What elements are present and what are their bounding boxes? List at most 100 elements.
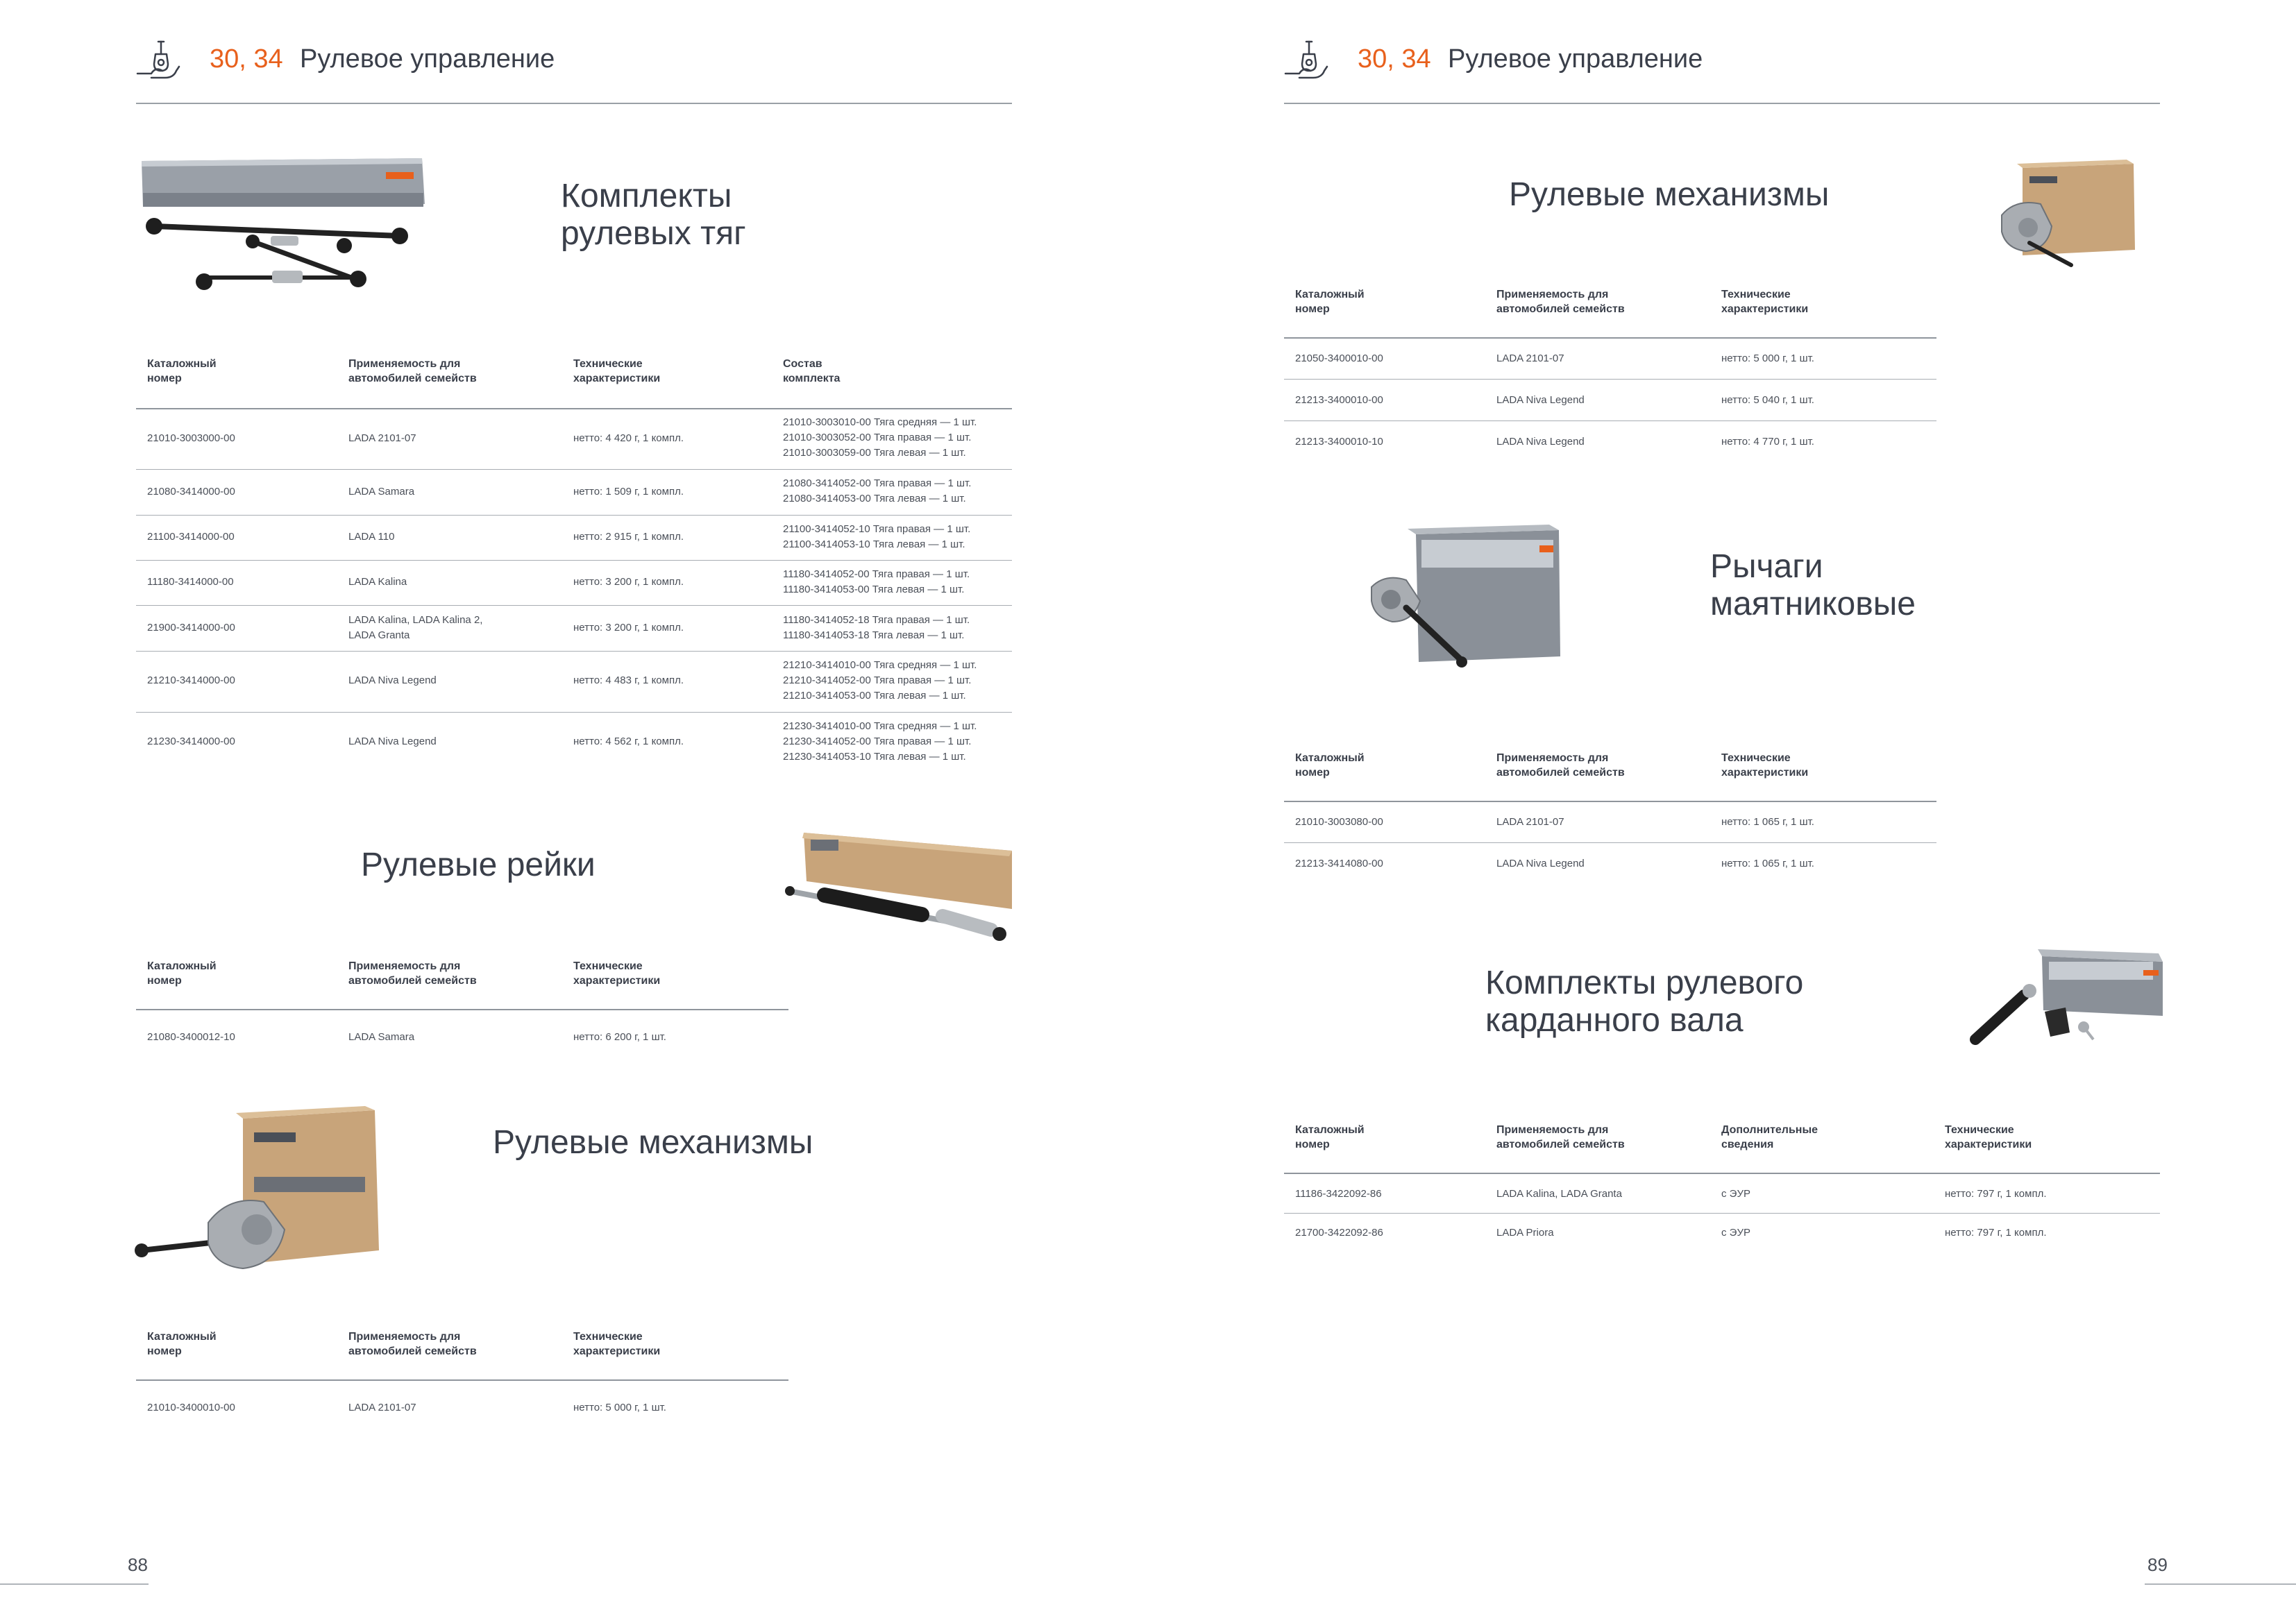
column-header-catalog: Каталожный номер: [1295, 752, 1365, 779]
cardan-shaft-kit-product-image: [1970, 949, 2163, 1045]
table-cell-model: LADA 2101-07: [348, 432, 416, 444]
column-header-spec: Технические характеристики: [573, 1331, 661, 1357]
table-cell-model: LADA Niva Legend: [1496, 858, 1585, 869]
table-row-divider: [1284, 842, 1936, 843]
table-cell-model: LADA Kalina, LADA Granta: [1496, 1188, 1622, 1200]
table-cell-catalog: 21230-3414000-00: [147, 736, 235, 747]
table-row-divider: [136, 651, 1012, 652]
table-row-divider: [136, 515, 1012, 516]
steering-racks-table: Каталожный номер Применяемость для автомоб…: [136, 959, 788, 1049]
column-header-catalog: Каталожный номер: [147, 960, 217, 987]
column-header-spec: Технические характеристики: [573, 960, 661, 987]
table-row-divider: [136, 469, 1012, 470]
section-title-pendulum-arms: Рычаги маятниковые: [1710, 548, 1916, 622]
table-cell-spec: нетто: 797 г, 1 компл.: [1945, 1227, 2047, 1239]
table-header-divider: [1284, 1173, 2160, 1174]
section-title-steering-racks: Рулевые рейки: [361, 847, 596, 883]
table-cell-catalog: 21010-3003080-00: [1295, 816, 1383, 828]
section-title-steering-gears: Рулевые механизмы: [493, 1124, 813, 1161]
table-cell-spec: нетто: 1 065 г, 1 шт.: [1721, 858, 1814, 869]
table-cell-spec: нетто: 1 065 г, 1 шт.: [1721, 816, 1814, 828]
table-cell-model: LADA 2101-07: [348, 1402, 416, 1413]
table-cell-model: LADA Kalina: [348, 576, 407, 588]
column-header-model: Применяемость для автомобилей семейств: [1496, 1124, 1625, 1150]
table-cell-catalog: 21050-3400010-00: [1295, 352, 1383, 364]
table-cell-spec: нетто: 4 420 г, 1 компл.: [573, 432, 684, 444]
table-cell-composition: 11180-3414052-00 Тяга правая — 1 шт. 1118…: [783, 568, 970, 595]
steering-gear-product-image: [2001, 160, 2135, 267]
table-header-divider: [136, 1009, 788, 1010]
column-header-model: Применяемость для автомобилей семейств: [348, 358, 477, 384]
table-cell-catalog: 21213-3400010-00: [1295, 394, 1383, 406]
page-number: 89: [2147, 1554, 2168, 1575]
header-title: Рулевое управление: [300, 44, 555, 74]
table-header-divider: [136, 1379, 788, 1381]
header-divider: [136, 103, 1012, 104]
table-row-divider: [136, 712, 1012, 713]
section-title-cardan-shaft-kits: Комплекты рулевого карданного вала: [1485, 965, 1804, 1039]
table-cell-catalog: 21700-3422092-86: [1295, 1227, 1383, 1239]
table-cell-catalog: 11180-3414000-00: [147, 576, 234, 588]
table-cell-spec: нетто: 5 000 г, 1 шт.: [1721, 352, 1814, 364]
steering-tie-rod-icon: [136, 40, 180, 79]
table-row-divider: [1284, 1213, 2160, 1214]
table-cell-model: LADA Niva Legend: [1496, 394, 1585, 406]
table-cell-spec: нетто: 4 562 г, 1 компл.: [573, 736, 684, 747]
table-cell-catalog: 21010-3003000-00: [147, 432, 235, 444]
column-header-spec: Технические характеристики: [1945, 1124, 2032, 1150]
table-cell-catalog: 21210-3414000-00: [147, 674, 235, 686]
table-cell-spec: нетто: 4 770 г, 1 шт.: [1721, 436, 1814, 448]
table-cell-model: LADA Priora: [1496, 1227, 1554, 1239]
table-row-divider: [136, 605, 1012, 606]
table-cell-catalog: 11186-3422092-86: [1295, 1188, 1382, 1200]
page-number: 88: [128, 1554, 148, 1575]
pendulum-arm-product-image: [1371, 525, 1560, 668]
table-cell-spec: нетто: 5 000 г, 1 шт.: [573, 1402, 666, 1413]
table-cell-catalog: 21010-3400010-00: [147, 1402, 235, 1413]
header-title: Рулевое управление: [1448, 44, 1703, 74]
column-header-spec: Технические характеристики: [1721, 752, 1809, 779]
table-row-divider: [1284, 379, 1936, 380]
table-cell-spec: нетто: 3 200 г, 1 компл.: [573, 622, 684, 634]
steering-rack-product-image: [785, 833, 1012, 941]
table-cell-composition: 21230-3414010-00 Тяга средняя — 1 шт. 212…: [783, 720, 977, 763]
table-cell-composition: 21010-3003010-00 Тяга средняя — 1 шт. 210…: [783, 416, 977, 459]
table-cell-catalog: 21100-3414000-00: [147, 531, 235, 543]
table-cell-model: LADA Niva Legend: [348, 736, 437, 747]
column-header-model: Применяемость для автомобилей семейств: [1496, 289, 1625, 315]
table-cell-spec: нетто: 6 200 г, 1 шт.: [573, 1031, 666, 1043]
table-cell-spec: нетто: 2 915 г, 1 компл.: [573, 531, 684, 543]
cardan-shaft-kits-table: Каталожный номер Применяемость для автомоб…: [1284, 1123, 2160, 1248]
table-cell-model: LADA Samara: [348, 486, 415, 498]
column-header-catalog: Каталожный номер: [1295, 289, 1365, 315]
table-cell-model: LADA 110: [348, 531, 395, 543]
table-header-divider: [136, 408, 1012, 409]
column-header-model: Применяемость для автомобилей семейств: [348, 1331, 477, 1357]
table-cell-composition: 21210-3414010-00 Тяга средняя — 1 шт. 212…: [783, 659, 977, 702]
table-cell-catalog: 21900-3414000-00: [147, 622, 235, 634]
table-cell-spec: нетто: 3 200 г, 1 компл.: [573, 576, 684, 588]
table-cell-model: LADA Kalina, LADA Kalina 2, LADA Granta: [348, 614, 483, 641]
page-number-rule: [2145, 1583, 2296, 1585]
table-cell-spec: нетто: 797 г, 1 компл.: [1945, 1188, 2047, 1200]
table-cell-composition: 21100-3414052-10 Тяга правая — 1 шт. 2110…: [783, 523, 971, 550]
table-cell-catalog: 21080-3414000-00: [147, 486, 235, 498]
header-section-number: 30, 34: [210, 44, 283, 74]
table-cell-model: LADA 2101-07: [1496, 816, 1564, 828]
column-header-spec: Технические характеристики: [573, 358, 661, 384]
table-cell-spec: нетто: 4 483 г, 1 компл.: [573, 674, 684, 686]
column-header-model: Применяемость для автомобилей семейств: [1496, 752, 1625, 779]
column-header-composition: Состав комплекта: [783, 358, 841, 384]
table-cell-model: LADA 2101-07: [1496, 352, 1564, 364]
tie-rod-kit-product-image: [142, 158, 425, 290]
column-header-catalog: Каталожный номер: [1295, 1124, 1365, 1150]
table-cell-composition: 21080-3414052-00 Тяга правая — 1 шт. 2108…: [783, 477, 972, 504]
table-cell-model: LADA Niva Legend: [1496, 436, 1585, 448]
table-header-divider: [1284, 337, 1936, 339]
pendulum-arms-table: Каталожный номер Применяемость для автомоб…: [1284, 751, 1936, 876]
column-header-catalog: Каталожный номер: [147, 1331, 217, 1357]
column-header-model: Применяемость для автомобилей семейств: [348, 960, 477, 987]
page-number-rule: [0, 1583, 149, 1585]
table-cell-catalog: 21213-3414080-00: [1295, 858, 1383, 869]
header-divider: [1284, 103, 2160, 104]
